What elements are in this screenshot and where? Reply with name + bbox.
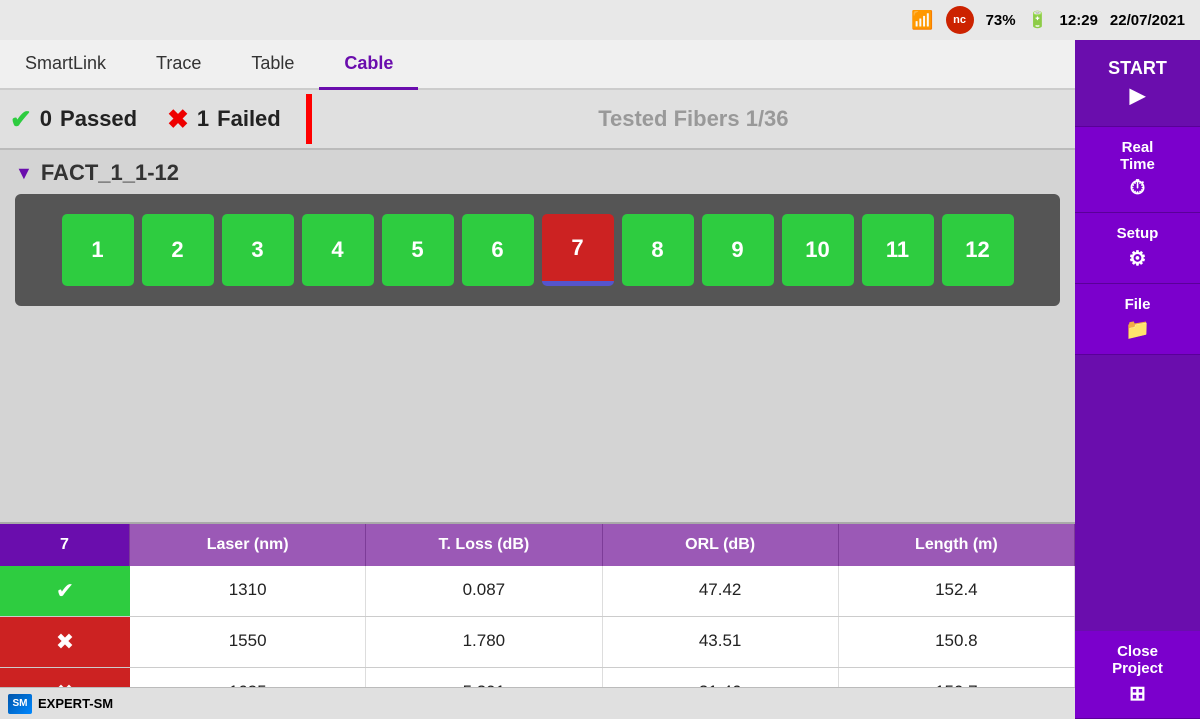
row1-orl: 47.42: [603, 566, 839, 616]
main-area: SmartLink Trace Table Cable ✔ 0 Passed ✖…: [0, 40, 1075, 719]
status-bar: 📶 nc 73% 🔋 12:29 22/07/2021: [0, 0, 1200, 40]
battery-icon: 🔋: [1028, 10, 1048, 30]
realtime-button[interactable]: Real Time ⏱: [1075, 127, 1200, 213]
fiber-12[interactable]: 12: [942, 214, 1014, 286]
row1-length: 152.4: [839, 566, 1075, 616]
cable-header: ▼ FACT_1_1-12: [15, 160, 1060, 186]
fiber-6[interactable]: 6: [462, 214, 534, 286]
row2-length: 150.8: [839, 617, 1075, 667]
nc-icon: nc: [946, 6, 974, 34]
file-label: File: [1125, 296, 1151, 313]
fiber-5[interactable]: 5: [382, 214, 454, 286]
row1-status: ✔: [0, 566, 130, 616]
play-icon: ▶: [1130, 83, 1145, 108]
failed-count: 1: [197, 106, 209, 132]
app-name: EXPERT-SM: [38, 696, 113, 711]
tab-smartlink[interactable]: SmartLink: [0, 40, 131, 90]
setup-button[interactable]: Setup ⚙: [1075, 213, 1200, 284]
fiber-grid-container: 1 2 3 4 5 6 7 8 9 10 11 12: [15, 194, 1060, 306]
fiber-1[interactable]: 1: [62, 214, 134, 286]
table-row: ✖ 1550 1.780 43.51 150.8: [0, 617, 1075, 668]
fiber-8[interactable]: 8: [622, 214, 694, 286]
cable-name: FACT_1_1-12: [41, 160, 179, 186]
sidebar: START ▶ Real Time ⏱ Setup ⚙ File 📁 Close…: [1075, 40, 1200, 719]
time-display: 12:29: [1060, 12, 1098, 29]
fiber-grid: 1 2 3 4 5 6 7 8 9 10 11 12: [30, 214, 1045, 286]
wifi-icon: 📶: [911, 10, 933, 31]
fiber-3[interactable]: 3: [222, 214, 294, 286]
summary-bar: ✔ 0 Passed ✖ 1 Failed Tested Fibers 1/36: [0, 90, 1075, 150]
row2-tloss: 1.780: [366, 617, 602, 667]
tested-fibers-label: Tested Fibers 1/36: [322, 106, 1065, 132]
fiber-2[interactable]: 2: [142, 214, 214, 286]
logo-icon: SM: [8, 694, 32, 714]
timer-icon: ⏱: [1130, 177, 1146, 200]
fiber-10[interactable]: 10: [782, 214, 854, 286]
col-fiber: 7: [0, 524, 130, 566]
setup-label: Setup: [1117, 225, 1159, 242]
table-header-row: 7 Laser (nm) T. Loss (dB) ORL (dB) Lengt…: [0, 524, 1075, 566]
battery-percentage: 73%: [986, 12, 1016, 29]
triangle-down-icon: ▼: [15, 163, 33, 184]
app-logo: SM EXPERT-SM: [8, 694, 113, 714]
folder-icon: 📁: [1125, 317, 1150, 342]
fiber-9[interactable]: 9: [702, 214, 774, 286]
gear-icon: ⚙: [1129, 246, 1147, 271]
bottom-bar: SM EXPERT-SM: [0, 687, 1075, 719]
close-project-button[interactable]: Close Project ⊞: [1075, 631, 1200, 719]
row2-orl: 43.51: [603, 617, 839, 667]
passed-label: Passed: [60, 106, 137, 132]
grid-icon: ⊞: [1129, 681, 1146, 706]
tab-cable[interactable]: Cable: [319, 40, 418, 90]
tab-table[interactable]: Table: [226, 40, 319, 90]
tab-trace[interactable]: Trace: [131, 40, 226, 90]
progress-bar: [306, 94, 312, 144]
col-length: Length (m): [839, 524, 1075, 566]
check-icon: ✔: [10, 104, 32, 135]
col-orl: ORL (dB): [603, 524, 839, 566]
row1-tloss: 0.087: [366, 566, 602, 616]
passed-count: 0: [40, 106, 52, 132]
row2-status: ✖: [0, 617, 130, 667]
row2-laser: 1550: [130, 617, 366, 667]
date-display: 22/07/2021: [1110, 12, 1185, 29]
start-button[interactable]: START ▶: [1075, 40, 1200, 127]
fiber-11[interactable]: 11: [862, 214, 934, 286]
col-laser: Laser (nm): [130, 524, 366, 566]
col-tloss: T. Loss (dB): [366, 524, 602, 566]
nav-tabs: SmartLink Trace Table Cable: [0, 40, 1075, 90]
realtime-label: Real Time: [1120, 139, 1155, 173]
cable-section: ▼ FACT_1_1-12 1 2 3 4 5 6 7 8 9 10 11 12: [0, 150, 1075, 522]
failed-summary: ✖ 1 Failed: [152, 104, 296, 135]
row1-laser: 1310: [130, 566, 366, 616]
fiber-7[interactable]: 7: [542, 214, 614, 286]
passed-summary: ✔ 0 Passed: [10, 104, 152, 135]
start-label: START: [1108, 58, 1167, 79]
failed-label: Failed: [217, 106, 281, 132]
x-icon: ✖: [167, 104, 189, 135]
close-label: Close Project: [1112, 643, 1163, 677]
file-button[interactable]: File 📁: [1075, 284, 1200, 355]
fiber-4[interactable]: 4: [302, 214, 374, 286]
table-row: ✔ 1310 0.087 47.42 152.4: [0, 566, 1075, 617]
